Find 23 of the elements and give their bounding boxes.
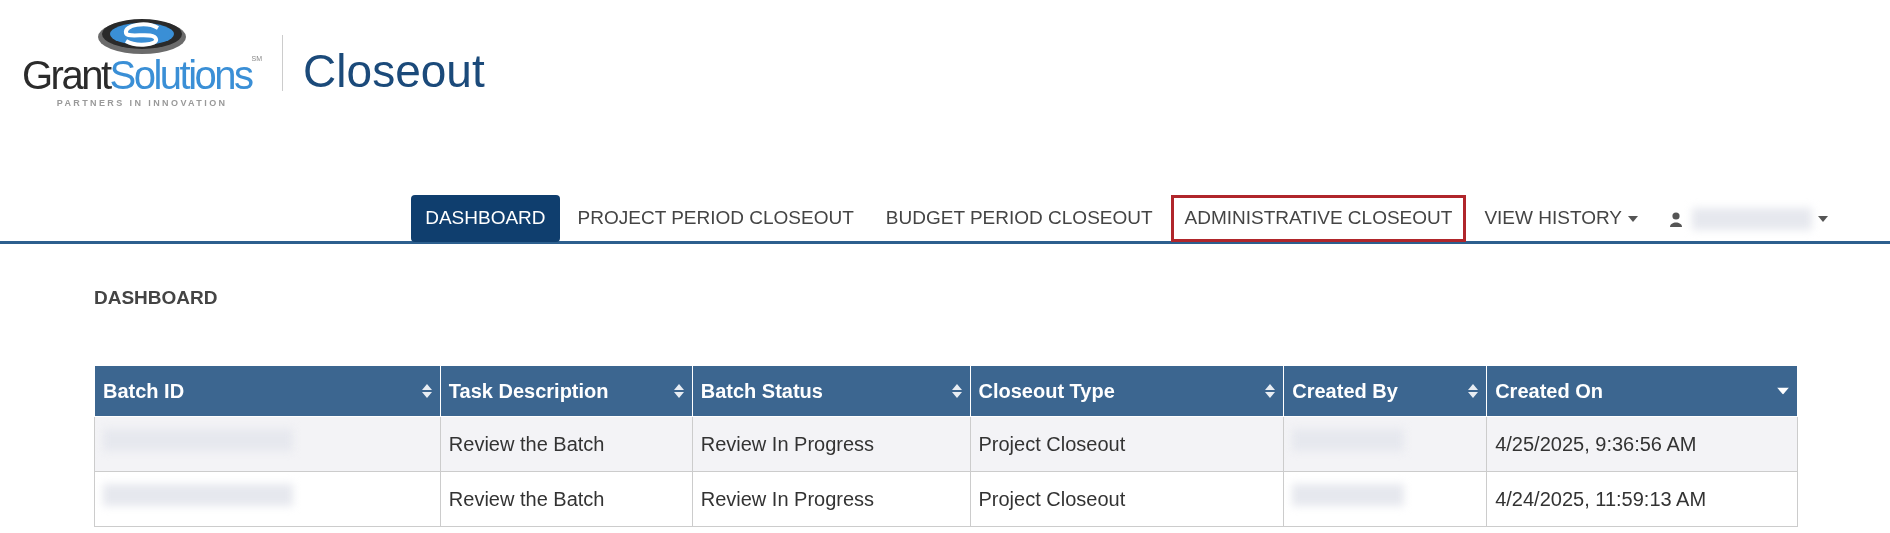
nav-tab[interactable]: DASHBOARD <box>411 195 560 242</box>
logo-tagline: PARTNERS IN INNOVATION <box>56 97 228 111</box>
table-cell: Review the Batch <box>440 471 693 526</box>
table-cell: Review the Batch <box>440 416 693 471</box>
page-heading: DASHBOARD <box>94 286 219 310</box>
nav-tab[interactable]: PROJECT PERIOD CLOSEOUT <box>563 195 868 242</box>
table-cell: Project Closeout <box>970 416 1284 471</box>
nav-tab[interactable]: ADMINISTRATIVE CLOSEOUT <box>1170 195 1467 242</box>
column-header[interactable]: Closeout Type <box>970 365 1284 416</box>
table-cell: Project Closeout <box>970 471 1284 526</box>
column-header[interactable]: Task Description <box>440 365 693 416</box>
column-header[interactable]: Batch ID <box>94 365 441 416</box>
nav-tab[interactable]: BUDGET PERIOD CLOSEOUT <box>871 195 1167 242</box>
table-cell: Review In Progress <box>692 471 970 526</box>
nav-tab[interactable]: VIEW HISTORY <box>1470 195 1652 242</box>
table-cell: 4/24/2025, 11:59:13 AM <box>1486 471 1798 526</box>
table-cell: Review In Progress <box>692 416 970 471</box>
user-icon <box>1670 211 1682 227</box>
table-cell: 4/25/2025, 9:36:56 AM <box>1486 416 1798 471</box>
column-header[interactable]: Batch Status <box>692 365 970 416</box>
column-header[interactable]: Created By <box>1283 365 1487 416</box>
app-title: Closeout <box>303 43 485 99</box>
column-header[interactable]: Created On <box>1486 365 1798 416</box>
